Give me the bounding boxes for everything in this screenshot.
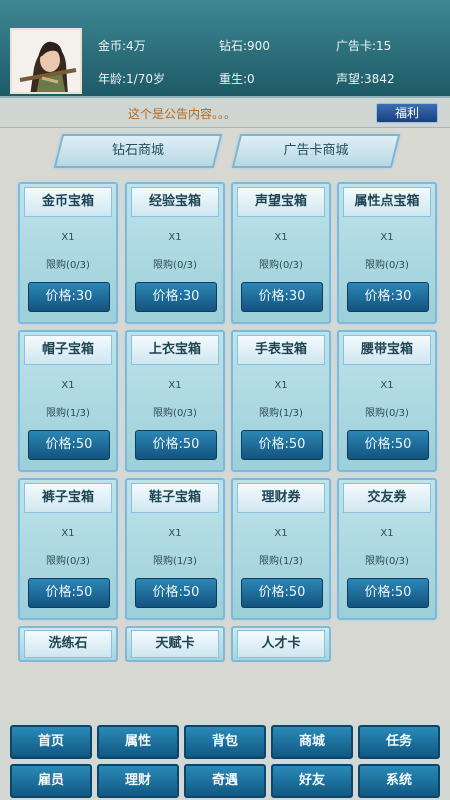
shop-item-card: 帽子宝箱 X1 限购(1/3) 价格:50: [18, 330, 118, 472]
item-quantity: X1: [380, 528, 394, 539]
age-stat: 年龄:1/70岁: [98, 72, 165, 86]
buy-button[interactable]: 价格:50: [347, 430, 429, 460]
tab-label: 钻石商城: [111, 143, 164, 158]
item-quantity: X1: [380, 232, 394, 243]
buy-button[interactable]: 价格:50: [28, 430, 110, 460]
item-title: 上衣宝箱: [131, 335, 219, 365]
item-title: 手表宝箱: [237, 335, 325, 365]
item-quantity: X1: [168, 232, 182, 243]
item-title: 腰带宝箱: [343, 335, 431, 365]
item-title: 鞋子宝箱: [131, 483, 219, 513]
notice-text: 这个是公告内容。。。: [128, 107, 237, 121]
shop-item-card: 天赋卡: [125, 626, 225, 662]
welfare-button[interactable]: 福利: [376, 103, 438, 123]
item-quantity: X1: [168, 528, 182, 539]
item-purchase-limit: 限购(0/3): [365, 556, 409, 567]
item-purchase-limit: 限购(1/3): [46, 408, 90, 419]
item-title: 金币宝箱: [24, 187, 112, 217]
shop-item-card: 理财券 X1 限购(1/3) 价格:50: [231, 478, 331, 620]
shop-item-card: 经验宝箱 X1 限购(0/3) 价格:30: [125, 182, 225, 324]
shop-item-card: 洗练石: [18, 626, 118, 662]
avatar[interactable]: [10, 28, 82, 94]
ad-card-stat: 广告卡:15: [336, 39, 392, 53]
item-purchase-limit: 限购(0/3): [259, 260, 303, 271]
shop-item-card: 腰带宝箱 X1 限购(0/3) 价格:50: [337, 330, 437, 472]
item-title: 属性点宝箱: [343, 187, 431, 217]
item-purchase-limit: 限购(0/3): [46, 260, 90, 271]
rebirth-stat: 重生:0: [219, 72, 255, 86]
nav-finance[interactable]: 理财: [97, 764, 179, 798]
buy-button[interactable]: 价格:50: [135, 578, 217, 608]
nav-tasks[interactable]: 任务: [358, 725, 440, 759]
item-title: 理财券: [237, 483, 325, 513]
item-quantity: X1: [380, 380, 394, 391]
shop-item-card: 鞋子宝箱 X1 限购(1/3) 价格:50: [125, 478, 225, 620]
tab-label: 广告卡商城: [283, 143, 349, 158]
buy-button[interactable]: 价格:50: [347, 578, 429, 608]
player-header: 金币:4万 钻石:900 广告卡:15 年龄:1/70岁 重生:0 声望:384…: [0, 0, 450, 98]
item-purchase-limit: 限购(0/3): [153, 408, 197, 419]
nav-attributes[interactable]: 属性: [97, 725, 179, 759]
shop-item-card: 金币宝箱 X1 限购(0/3) 价格:30: [18, 182, 118, 324]
item-title: 人才卡: [237, 630, 325, 658]
nav-mall[interactable]: 商城: [271, 725, 353, 759]
nav-system[interactable]: 系统: [358, 764, 440, 798]
bottom-nav: 首页 属性 背包 商城 任务 雇员 理财 奇遇 好友 系统: [0, 722, 450, 800]
item-purchase-limit: 限购(1/3): [259, 556, 303, 567]
item-title: 交友券: [343, 483, 431, 513]
item-title: 裤子宝箱: [24, 483, 112, 513]
item-quantity: X1: [61, 232, 75, 243]
item-title: 洗练石: [24, 630, 112, 658]
item-quantity: X1: [274, 232, 288, 243]
nav-employees[interactable]: 雇员: [10, 764, 92, 798]
item-purchase-limit: 限购(0/3): [46, 556, 90, 567]
nav-backpack[interactable]: 背包: [184, 725, 266, 759]
tab-diamond-mall[interactable]: 钻石商城: [53, 134, 223, 168]
item-title: 帽子宝箱: [24, 335, 112, 365]
buy-button[interactable]: 价格:30: [241, 282, 323, 312]
nav-home[interactable]: 首页: [10, 725, 92, 759]
shop-item-card: 属性点宝箱 X1 限购(0/3) 价格:30: [337, 182, 437, 324]
buy-button[interactable]: 价格:30: [28, 282, 110, 312]
buy-button[interactable]: 价格:50: [241, 578, 323, 608]
item-purchase-limit: 限购(1/3): [153, 556, 197, 567]
buy-button[interactable]: 价格:50: [135, 430, 217, 460]
shop-item-card: 手表宝箱 X1 限购(1/3) 价格:50: [231, 330, 331, 472]
tab-ad-card-mall[interactable]: 广告卡商城: [231, 134, 401, 168]
item-purchase-limit: 限购(0/3): [153, 260, 197, 271]
shop-item-card: 人才卡: [231, 626, 331, 662]
item-purchase-limit: 限购(1/3): [259, 408, 303, 419]
item-purchase-limit: 限购(0/3): [365, 408, 409, 419]
item-quantity: X1: [61, 528, 75, 539]
item-quantity: X1: [61, 380, 75, 391]
item-quantity: X1: [274, 380, 288, 391]
shop-item-card: 上衣宝箱 X1 限购(0/3) 价格:50: [125, 330, 225, 472]
nav-friends[interactable]: 好友: [271, 764, 353, 798]
buy-button[interactable]: 价格:50: [28, 578, 110, 608]
buy-button[interactable]: 价格:30: [135, 282, 217, 312]
shop-item-card: 裤子宝箱 X1 限购(0/3) 价格:50: [18, 478, 118, 620]
item-title: 声望宝箱: [237, 187, 325, 217]
character-portrait-icon: [12, 30, 80, 92]
prestige-stat: 声望:3842: [336, 72, 395, 86]
item-purchase-limit: 限购(0/3): [365, 260, 409, 271]
buy-button[interactable]: 价格:50: [241, 430, 323, 460]
shop-item-card: 交友券 X1 限购(0/3) 价格:50: [337, 478, 437, 620]
shop-item-card: 声望宝箱 X1 限购(0/3) 价格:30: [231, 182, 331, 324]
item-quantity: X1: [274, 528, 288, 539]
item-title: 经验宝箱: [131, 187, 219, 217]
item-title: 天赋卡: [131, 630, 219, 658]
diamond-stat: 钻石:900: [219, 39, 270, 53]
item-quantity: X1: [168, 380, 182, 391]
nav-adventure[interactable]: 奇遇: [184, 764, 266, 798]
gold-stat: 金币:4万: [98, 39, 146, 53]
buy-button[interactable]: 价格:30: [347, 282, 429, 312]
